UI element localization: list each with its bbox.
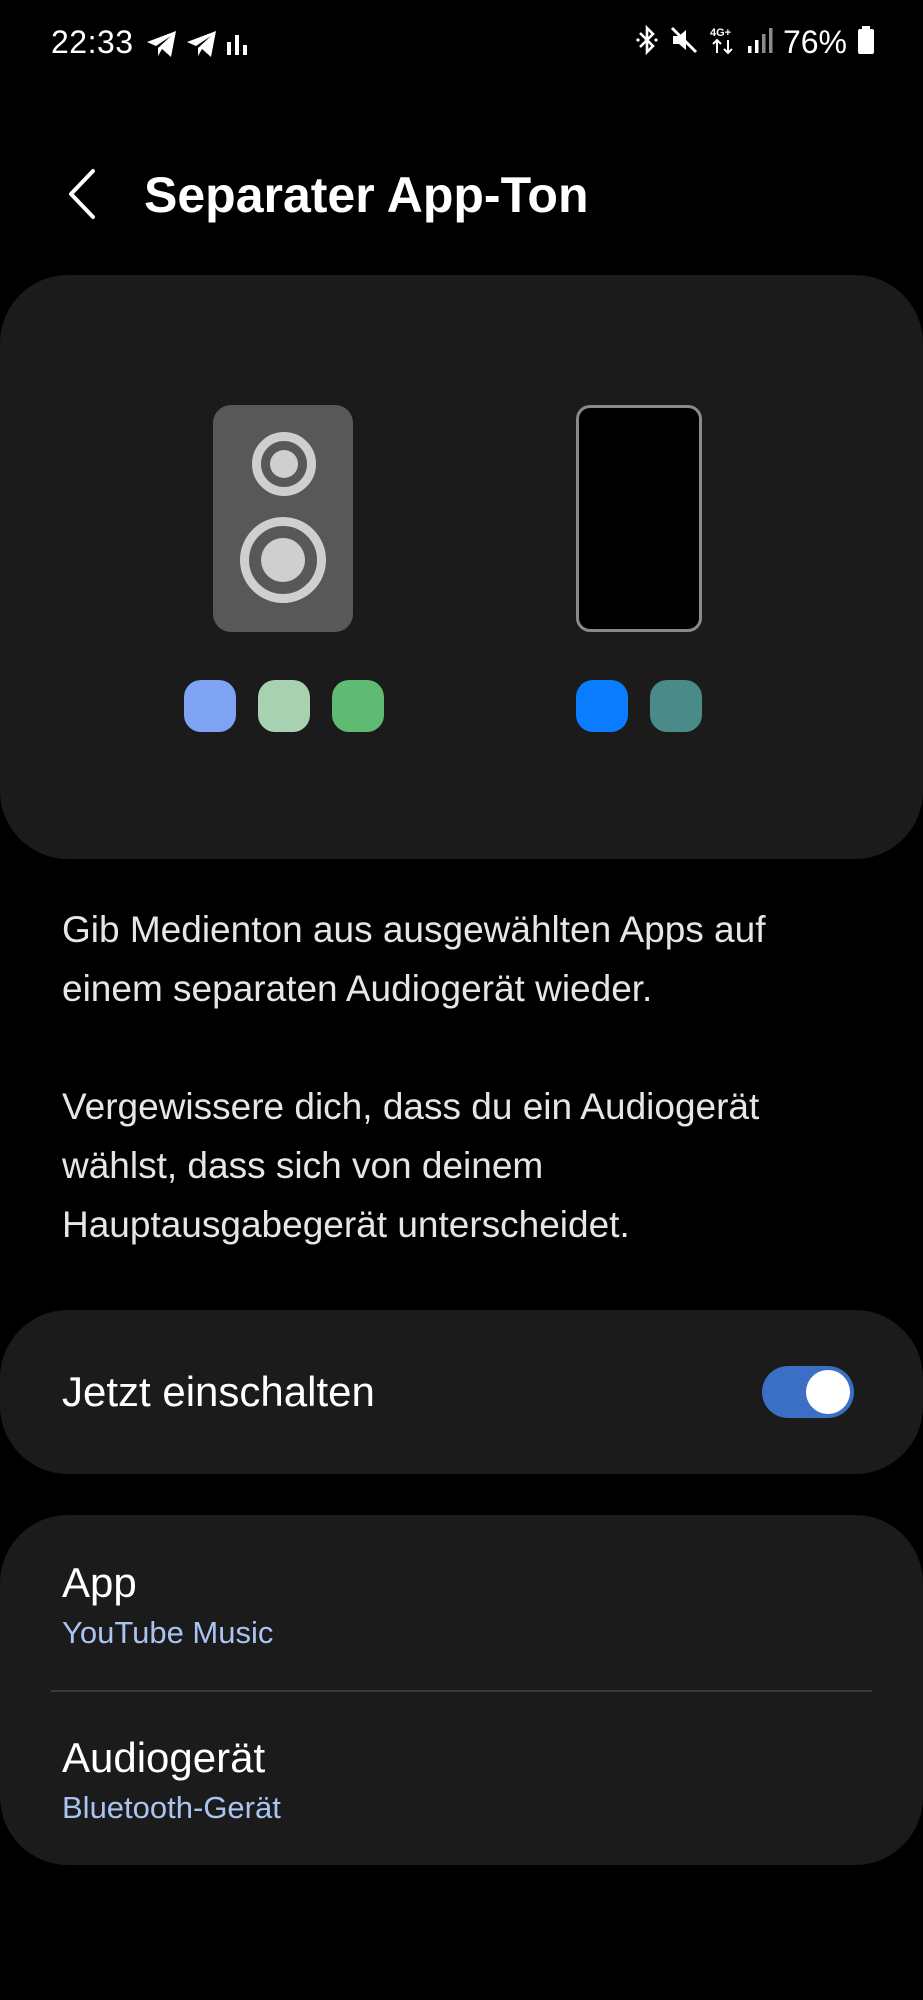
enable-switch[interactable] — [762, 1366, 854, 1418]
speaker-app-dot — [332, 680, 384, 732]
speaker-app-dot — [258, 680, 310, 732]
telegram-icon — [146, 30, 178, 63]
switch-knob — [806, 1370, 850, 1414]
svg-text:4G+: 4G+ — [710, 27, 731, 39]
speaker-app-dot — [184, 680, 236, 732]
settings-list: App YouTube Music Audiogerät Bluetooth-G… — [0, 1515, 923, 1865]
speaker-woofer — [240, 517, 326, 603]
description-paragraph: Vergewissere dich, dass du ein Audiogerä… — [62, 1086, 760, 1245]
audio-device-setting-title: Audiogerät — [62, 1734, 266, 1781]
phone-app-dot — [650, 680, 702, 732]
page-title: Separater App-Ton — [144, 167, 589, 223]
enable-toggle-row[interactable]: Jetzt einschalten — [0, 1310, 923, 1474]
bluetooth-icon — [635, 24, 659, 60]
mute-icon — [669, 25, 699, 60]
speaker-tweeter — [252, 432, 316, 496]
battery-icon — [857, 25, 875, 60]
status-time: 22:33 — [51, 24, 134, 60]
chevron-left-icon — [65, 168, 99, 225]
phone-app-dot — [576, 680, 628, 732]
phone-illustration — [576, 405, 702, 632]
network-4g-icon: 4G+ — [709, 25, 737, 60]
app-setting-title: App — [62, 1559, 137, 1606]
telegram-icon — [186, 30, 218, 63]
app-setting-row[interactable]: App YouTube Music — [0, 1515, 923, 1690]
status-system-icons: 4G+ 76% — [635, 24, 875, 61]
app-setting-value: YouTube Music — [62, 1615, 274, 1650]
status-bar: 22:33 4G+ 76% — [0, 0, 923, 92]
illustration-card — [0, 275, 923, 859]
audio-device-setting-value: Bluetooth-Gerät — [62, 1790, 281, 1825]
enable-toggle-label: Jetzt einschalten — [62, 1368, 375, 1415]
app-bar: Separater App-Ton — [0, 150, 923, 240]
speaker-illustration — [213, 405, 353, 632]
battery-percent: 76% — [782, 24, 847, 60]
status-notification-icons — [146, 30, 248, 63]
back-button[interactable] — [50, 164, 114, 228]
signal-icon — [747, 26, 773, 59]
audio-device-setting-row[interactable]: Audiogerät Bluetooth-Gerät — [0, 1690, 923, 1865]
description-paragraph: Gib Medienton aus ausgewählten Apps auf … — [62, 909, 766, 1009]
activity-bars-icon — [226, 32, 248, 61]
